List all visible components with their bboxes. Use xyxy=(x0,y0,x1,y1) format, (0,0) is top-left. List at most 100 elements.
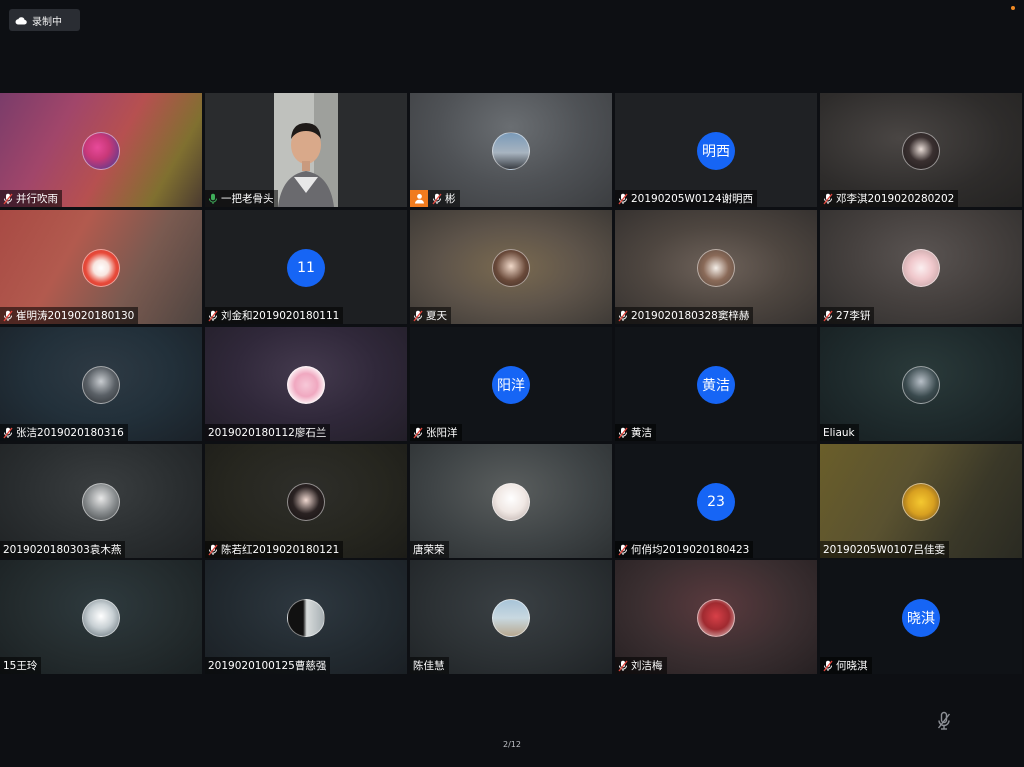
participant-tile[interactable]: 并行吹雨 xyxy=(0,93,202,207)
participant-name: 2019020180303袁木燕 xyxy=(3,544,122,556)
cloud-icon xyxy=(15,16,27,25)
participant-tile[interactable]: Eliauk xyxy=(820,327,1022,441)
participant-name: 20190205W0124谢明西 xyxy=(631,193,754,205)
name-tag: 黄洁 xyxy=(615,424,656,441)
avatar xyxy=(287,366,325,404)
participant-tile[interactable]: 15王玲 xyxy=(0,560,202,674)
participant-grid: 并行吹雨 一把老骨头 彬 明西 20190205W0124谢明西 邓李淇201902028… xyxy=(0,93,1024,675)
avatar: 黄洁 xyxy=(697,366,735,404)
avatar xyxy=(902,249,940,287)
name-tag: 刘洁梅 xyxy=(615,657,667,674)
participant-tile[interactable]: 23 何俏均2019020180423 xyxy=(615,444,817,558)
participant-tile[interactable]: 一把老骨头 xyxy=(205,93,407,207)
name-tag: 2019020100125曹慈强 xyxy=(205,657,331,674)
mic-off-icon xyxy=(937,711,951,730)
mic-muted-icon xyxy=(823,660,836,672)
name-tag: 张洁2019020180316 xyxy=(0,424,128,441)
mic-muted-icon xyxy=(618,193,631,205)
name-tag: 20190205W0124谢明西 xyxy=(615,190,758,207)
participant-name: 刘洁梅 xyxy=(631,660,663,672)
participant-name: 一把老骨头 xyxy=(221,193,274,205)
name-tag: 夏天 xyxy=(410,307,451,324)
participant-name: 邓李淇2019020280202 xyxy=(836,193,955,205)
participant-tile[interactable]: 唐荣荣 xyxy=(410,444,612,558)
participant-name: 15王玲 xyxy=(3,660,38,672)
name-tag: 陈若红2019020180121 xyxy=(205,541,344,558)
name-tag: 张阳洋 xyxy=(410,424,462,441)
participant-name: 崔明涛2019020180130 xyxy=(16,310,135,322)
mic-muted-icon xyxy=(3,427,16,439)
name-tag: Eliauk xyxy=(820,424,859,441)
recording-badge[interactable]: 录制中 xyxy=(9,9,80,31)
name-tag: 20190205W0107吕佳雯 xyxy=(820,541,950,558)
mute-button[interactable] xyxy=(934,710,954,732)
participant-tile[interactable]: 2019020180328窦梓赫 xyxy=(615,210,817,324)
participant-tile[interactable]: 20190205W0107吕佳雯 xyxy=(820,444,1022,558)
mic-muted-icon xyxy=(208,310,221,322)
avatar xyxy=(492,483,530,521)
avatar xyxy=(82,132,120,170)
participant-tile[interactable]: 晓淇 何晓淇 xyxy=(820,560,1022,674)
avatar xyxy=(492,132,530,170)
video-feed xyxy=(274,93,338,207)
participant-name: 陈佳慧 xyxy=(413,660,445,672)
name-tag: 彬 xyxy=(410,190,460,207)
mic-icon xyxy=(208,193,221,205)
avatar xyxy=(82,366,120,404)
name-tag: 陈佳慧 xyxy=(410,657,449,674)
avatar xyxy=(492,599,530,637)
avatar xyxy=(287,483,325,521)
participant-tile[interactable]: 张洁2019020180316 xyxy=(0,327,202,441)
participant-name: Eliauk xyxy=(823,426,855,439)
participant-name: 并行吹雨 xyxy=(16,193,58,205)
participant-tile[interactable]: 2019020180112廖石兰 xyxy=(205,327,407,441)
avatar: 11 xyxy=(287,249,325,287)
avatar xyxy=(82,249,120,287)
participant-name: 黄洁 xyxy=(631,427,652,439)
participant-tile[interactable]: 彬 xyxy=(410,93,612,207)
name-tag: 何俏均2019020180423 xyxy=(615,541,754,558)
participant-tile[interactable]: 阳洋 张阳洋 xyxy=(410,327,612,441)
avatar xyxy=(697,249,735,287)
participant-name: 2019020100125曹慈强 xyxy=(208,660,327,672)
name-tag: 唐荣荣 xyxy=(410,541,449,558)
mic-muted-icon xyxy=(823,193,836,205)
participant-name: 20190205W0107吕佳雯 xyxy=(823,544,946,556)
participant-name: 彬 xyxy=(445,193,456,205)
participant-tile[interactable]: 陈佳慧 xyxy=(410,560,612,674)
name-tag: 27李钘 xyxy=(820,307,875,324)
status-dot xyxy=(1011,6,1015,10)
mic-muted-icon xyxy=(413,310,426,322)
avatar: 23 xyxy=(697,483,735,521)
participant-tile[interactable]: 邓李淇2019020280202 xyxy=(820,93,1022,207)
participant-tile[interactable]: 黄洁 黄洁 xyxy=(615,327,817,441)
name-tag: 2019020180112廖石兰 xyxy=(205,424,331,441)
participant-tile[interactable]: 刘洁梅 xyxy=(615,560,817,674)
avatar xyxy=(82,599,120,637)
mic-muted-icon xyxy=(823,310,836,322)
participant-tile[interactable]: 2019020100125曹慈强 xyxy=(205,560,407,674)
avatar xyxy=(902,483,940,521)
participant-name: 27李钘 xyxy=(836,310,871,322)
avatar xyxy=(492,249,530,287)
name-tag: 何晓淇 xyxy=(820,657,872,674)
participant-name: 张阳洋 xyxy=(426,427,458,439)
mic-muted-icon xyxy=(3,310,16,322)
name-tag: 15王玲 xyxy=(0,657,42,674)
participant-name: 何俏均2019020180423 xyxy=(631,544,750,556)
participant-tile[interactable]: 11 刘金和2019020180111 xyxy=(205,210,407,324)
avatar xyxy=(902,132,940,170)
name-tag: 一把老骨头 xyxy=(205,190,278,207)
mic-muted-icon xyxy=(618,310,631,322)
participant-tile[interactable]: 27李钘 xyxy=(820,210,1022,324)
participant-tile[interactable]: 夏天 xyxy=(410,210,612,324)
participant-name: 刘金和2019020180111 xyxy=(221,310,340,322)
participant-tile[interactable]: 崔明涛2019020180130 xyxy=(0,210,202,324)
recording-label: 录制中 xyxy=(32,16,62,28)
avatar: 明西 xyxy=(697,132,735,170)
participant-tile[interactable]: 陈若红2019020180121 xyxy=(205,444,407,558)
participant-tile[interactable]: 明西 20190205W0124谢明西 xyxy=(615,93,817,207)
name-tag: 2019020180303袁木燕 xyxy=(0,541,126,558)
participant-tile[interactable]: 2019020180303袁木燕 xyxy=(0,444,202,558)
mic-muted-icon xyxy=(618,660,631,672)
